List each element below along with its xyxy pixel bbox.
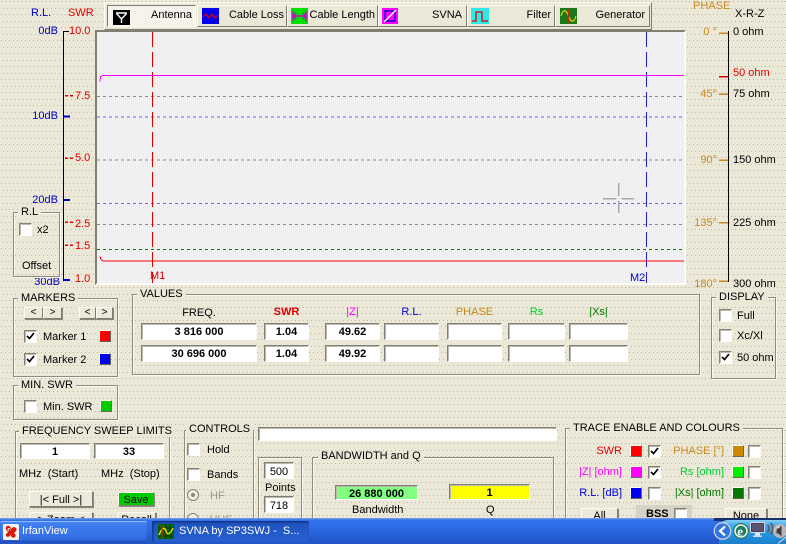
svg-text:e: e xyxy=(737,524,743,539)
